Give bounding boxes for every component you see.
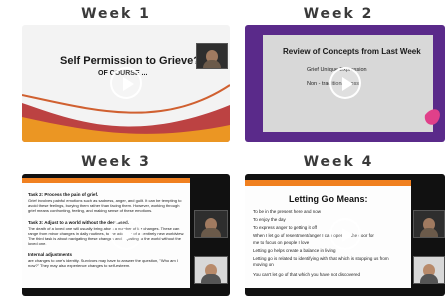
week-3-card: Week 3 Task 2: Process the pain of grief… (0, 148, 232, 296)
week-4-webcam-tile-2 (413, 256, 445, 284)
play-circle-icon[interactable] (329, 218, 361, 250)
play-circle-icon[interactable] (110, 218, 142, 250)
week-3-video-thumbnail[interactable]: Task 2: Process the pain of grief. Grief… (22, 174, 230, 296)
week-3-slide: Task 2: Process the pain of grief. Grief… (22, 178, 190, 288)
play-circle-icon[interactable] (110, 67, 142, 99)
week-2-video-thumbnail[interactable]: Review of Concepts from Last Week Grief … (245, 25, 445, 142)
week-4-card: Week 4 Letting Go Means: To be in the pr… (232, 148, 445, 296)
week-2-label: Week 2 (303, 6, 374, 22)
week-4-bullet-1: To be in the present here and now (253, 209, 322, 214)
week-3-webcam-tile-1 (194, 210, 228, 238)
week-3-slide-para-3: are changes to one's identity. Survivors… (28, 258, 178, 268)
week-4-slide: Letting Go Means: To be in the present h… (245, 180, 411, 288)
week-3-label: Week 3 (81, 154, 151, 170)
week-3-webcam-tile-2 (194, 256, 228, 284)
week-2-slide-title: Review of Concepts from Last Week (283, 47, 421, 56)
week-2-card: Week 2 Review of Concepts from Last Week… (232, 0, 445, 148)
week-4-bullet-7: Letting go is related to identifying wit… (253, 256, 389, 267)
week-4-video-thumbnail[interactable]: Letting Go Means: To be in the present h… (245, 174, 445, 296)
week-1-label: Week 1 (81, 6, 151, 22)
play-circle-icon[interactable] (329, 67, 361, 99)
week-1-card: Week 1 Self Permission to Grieve? OF COU… (0, 0, 232, 148)
week-4-webcam-tile-1 (413, 210, 445, 238)
week-3-slide-para-2: The death of a loved one will usually br… (28, 226, 185, 246)
week-3-slide-heading-2: Task 3: Adjust to a world without the de… (28, 220, 130, 225)
week-4-slide-title: Letting Go Means: (289, 194, 368, 204)
week-3-slide-heading: Task 2: Process the pain of grief. (28, 192, 99, 197)
week-4-bullet-6: Letting go helps create a balance in liv… (253, 248, 336, 253)
week-1-video-thumbnail[interactable]: Self Permission to Grieve? OF COURSE ... (22, 25, 230, 142)
week-4-bullet-8: You can't let go of that which you have … (253, 272, 361, 277)
week-3-slide-para-1: Grief involves painful emotions such as … (28, 198, 182, 213)
week-4-bullet-3: To express anger to getting it off (253, 225, 317, 230)
week-4-label: Week 4 (303, 154, 374, 170)
week-1-slide-title: Self Permission to Grieve? (60, 55, 200, 67)
week-4-bullet-5: me to focus on people I love (253, 240, 310, 245)
week-3-slide-heading-3: Internal adjustments (28, 252, 73, 257)
week-1-webcam-tile (196, 43, 228, 69)
week-4-bullet-2: To enjoy the day (253, 217, 286, 222)
